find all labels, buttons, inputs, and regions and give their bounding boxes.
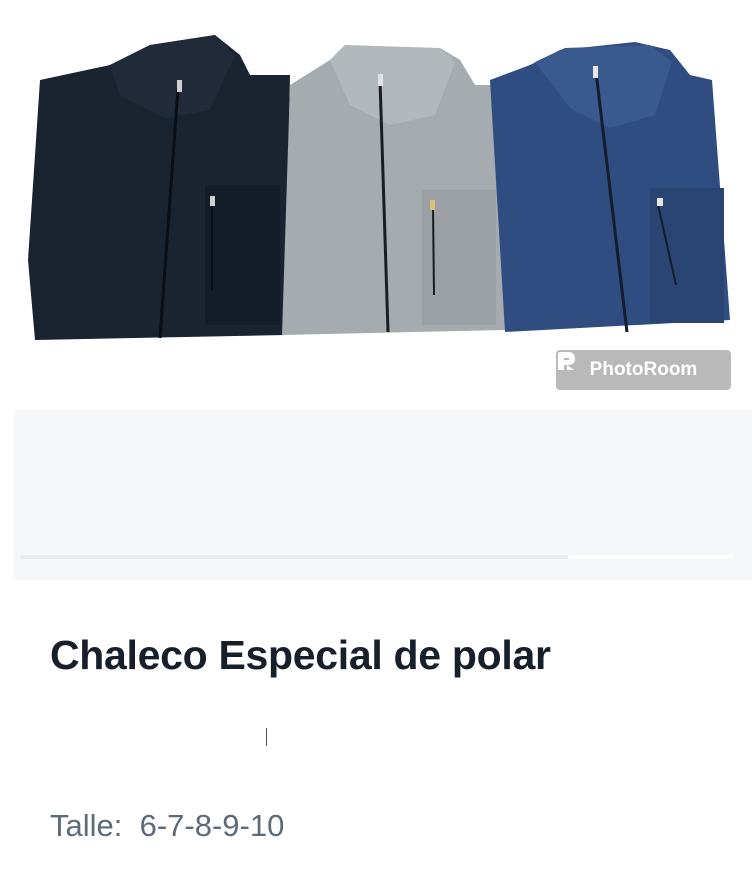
photoroom-watermark: PhotoRoom [556, 350, 731, 390]
watermark-text: PhotoRoom [589, 359, 698, 380]
photoroom-logo-icon [558, 352, 575, 370]
gallery-scrollbar-thumb[interactable] [568, 555, 733, 559]
product-title: Chaleco Especial de polar [50, 632, 551, 678]
product-image[interactable]: PhotoRoom [0, 0, 752, 400]
navy-vest [490, 42, 730, 333]
size-values: 6-7-8-9-10 [139, 808, 285, 843]
size-info: Talle: 6-7-8-9-10 [50, 808, 284, 844]
black-vest [28, 35, 290, 340]
fleece-vests-illustration [28, 35, 730, 340]
grey-vest [282, 45, 505, 335]
size-label: Talle: [50, 808, 123, 843]
text-caret [266, 728, 267, 746]
